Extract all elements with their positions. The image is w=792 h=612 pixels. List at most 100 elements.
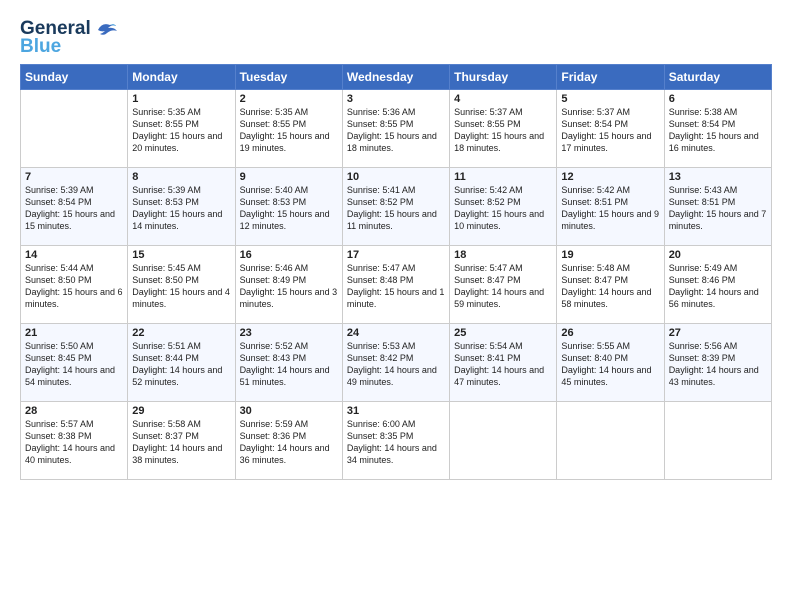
cell-week5-day4: 31Sunrise: 6:00 AM Sunset: 8:35 PM Dayli… [342,402,449,480]
cell-week2-day4: 10Sunrise: 5:41 AM Sunset: 8:52 PM Dayli… [342,168,449,246]
cell-week2-day3: 9Sunrise: 5:40 AM Sunset: 8:53 PM Daylig… [235,168,342,246]
cell-week4-day5: 25Sunrise: 5:54 AM Sunset: 8:41 PM Dayli… [450,324,557,402]
cell-content: Sunrise: 6:00 AM Sunset: 8:35 PM Dayligh… [347,418,445,467]
cell-week4-day3: 23Sunrise: 5:52 AM Sunset: 8:43 PM Dayli… [235,324,342,402]
cell-content: Sunrise: 5:40 AM Sunset: 8:53 PM Dayligh… [240,184,338,233]
cell-week1-day3: 2Sunrise: 5:35 AM Sunset: 8:55 PM Daylig… [235,90,342,168]
cell-content: Sunrise: 5:48 AM Sunset: 8:47 PM Dayligh… [561,262,659,311]
day-number: 21 [25,327,123,339]
logo-blue-text: Blue [20,36,61,58]
day-number: 6 [669,93,767,105]
cell-content: Sunrise: 5:55 AM Sunset: 8:40 PM Dayligh… [561,340,659,389]
cell-week5-day5 [450,402,557,480]
day-number: 28 [25,405,123,417]
day-number: 12 [561,171,659,183]
cell-week2-day2: 8Sunrise: 5:39 AM Sunset: 8:53 PM Daylig… [128,168,235,246]
cell-content: Sunrise: 5:36 AM Sunset: 8:55 PM Dayligh… [347,106,445,155]
day-number: 25 [454,327,552,339]
day-number: 23 [240,327,338,339]
calendar-table: SundayMondayTuesdayWednesdayThursdayFrid… [20,64,772,480]
cell-week3-day5: 18Sunrise: 5:47 AM Sunset: 8:47 PM Dayli… [450,246,557,324]
cell-content: Sunrise: 5:50 AM Sunset: 8:45 PM Dayligh… [25,340,123,389]
day-number: 30 [240,405,338,417]
day-number: 29 [132,405,230,417]
day-number: 17 [347,249,445,261]
day-number: 18 [454,249,552,261]
cell-week3-day6: 19Sunrise: 5:48 AM Sunset: 8:47 PM Dayli… [557,246,664,324]
cell-content: Sunrise: 5:39 AM Sunset: 8:53 PM Dayligh… [132,184,230,233]
cell-content: Sunrise: 5:38 AM Sunset: 8:54 PM Dayligh… [669,106,767,155]
cell-content: Sunrise: 5:58 AM Sunset: 8:37 PM Dayligh… [132,418,230,467]
cell-week3-day3: 16Sunrise: 5:46 AM Sunset: 8:49 PM Dayli… [235,246,342,324]
cell-content: Sunrise: 5:57 AM Sunset: 8:38 PM Dayligh… [25,418,123,467]
cell-content: Sunrise: 5:37 AM Sunset: 8:55 PM Dayligh… [454,106,552,155]
day-number: 26 [561,327,659,339]
cell-content: Sunrise: 5:49 AM Sunset: 8:46 PM Dayligh… [669,262,767,311]
col-header-friday: Friday [557,65,664,90]
cell-content: Sunrise: 5:39 AM Sunset: 8:54 PM Dayligh… [25,184,123,233]
day-number: 3 [347,93,445,105]
cell-content: Sunrise: 5:35 AM Sunset: 8:55 PM Dayligh… [132,106,230,155]
day-number: 11 [454,171,552,183]
col-header-tuesday: Tuesday [235,65,342,90]
cell-content: Sunrise: 5:37 AM Sunset: 8:54 PM Dayligh… [561,106,659,155]
cell-week4-day1: 21Sunrise: 5:50 AM Sunset: 8:45 PM Dayli… [21,324,128,402]
day-number: 2 [240,93,338,105]
header: General Blue [20,18,772,58]
cell-content: Sunrise: 5:51 AM Sunset: 8:44 PM Dayligh… [132,340,230,389]
col-header-wednesday: Wednesday [342,65,449,90]
cell-week3-day7: 20Sunrise: 5:49 AM Sunset: 8:46 PM Dayli… [664,246,771,324]
day-number: 9 [240,171,338,183]
cell-week4-day6: 26Sunrise: 5:55 AM Sunset: 8:40 PM Dayli… [557,324,664,402]
cell-week5-day7 [664,402,771,480]
cell-week2-day7: 13Sunrise: 5:43 AM Sunset: 8:51 PM Dayli… [664,168,771,246]
cell-week1-day1 [21,90,128,168]
day-number: 22 [132,327,230,339]
cell-week2-day1: 7Sunrise: 5:39 AM Sunset: 8:54 PM Daylig… [21,168,128,246]
cell-week1-day4: 3Sunrise: 5:36 AM Sunset: 8:55 PM Daylig… [342,90,449,168]
cell-content: Sunrise: 5:47 AM Sunset: 8:48 PM Dayligh… [347,262,445,311]
cell-week4-day4: 24Sunrise: 5:53 AM Sunset: 8:42 PM Dayli… [342,324,449,402]
day-number: 10 [347,171,445,183]
day-number: 8 [132,171,230,183]
cell-week1-day6: 5Sunrise: 5:37 AM Sunset: 8:54 PM Daylig… [557,90,664,168]
day-number: 19 [561,249,659,261]
col-header-sunday: Sunday [21,65,128,90]
cell-week4-day7: 27Sunrise: 5:56 AM Sunset: 8:39 PM Dayli… [664,324,771,402]
day-number: 15 [132,249,230,261]
cell-content: Sunrise: 5:47 AM Sunset: 8:47 PM Dayligh… [454,262,552,311]
logo-bird-icon [96,20,118,38]
cell-week3-day2: 15Sunrise: 5:45 AM Sunset: 8:50 PM Dayli… [128,246,235,324]
day-number: 7 [25,171,123,183]
cell-content: Sunrise: 5:41 AM Sunset: 8:52 PM Dayligh… [347,184,445,233]
day-number: 20 [669,249,767,261]
cell-week3-day1: 14Sunrise: 5:44 AM Sunset: 8:50 PM Dayli… [21,246,128,324]
header-row: SundayMondayTuesdayWednesdayThursdayFrid… [21,65,772,90]
cell-week5-day1: 28Sunrise: 5:57 AM Sunset: 8:38 PM Dayli… [21,402,128,480]
day-number: 24 [347,327,445,339]
page: General Blue SundayMondayTuesdayWednesda… [0,0,792,612]
day-number: 13 [669,171,767,183]
week-row-3: 14Sunrise: 5:44 AM Sunset: 8:50 PM Dayli… [21,246,772,324]
week-row-1: 1Sunrise: 5:35 AM Sunset: 8:55 PM Daylig… [21,90,772,168]
cell-week3-day4: 17Sunrise: 5:47 AM Sunset: 8:48 PM Dayli… [342,246,449,324]
col-header-monday: Monday [128,65,235,90]
cell-week4-day2: 22Sunrise: 5:51 AM Sunset: 8:44 PM Dayli… [128,324,235,402]
cell-week1-day2: 1Sunrise: 5:35 AM Sunset: 8:55 PM Daylig… [128,90,235,168]
cell-content: Sunrise: 5:54 AM Sunset: 8:41 PM Dayligh… [454,340,552,389]
cell-content: Sunrise: 5:52 AM Sunset: 8:43 PM Dayligh… [240,340,338,389]
cell-week5-day3: 30Sunrise: 5:59 AM Sunset: 8:36 PM Dayli… [235,402,342,480]
cell-content: Sunrise: 5:46 AM Sunset: 8:49 PM Dayligh… [240,262,338,311]
cell-content: Sunrise: 5:44 AM Sunset: 8:50 PM Dayligh… [25,262,123,311]
day-number: 14 [25,249,123,261]
day-number: 31 [347,405,445,417]
cell-content: Sunrise: 5:59 AM Sunset: 8:36 PM Dayligh… [240,418,338,467]
col-header-saturday: Saturday [664,65,771,90]
cell-week1-day5: 4Sunrise: 5:37 AM Sunset: 8:55 PM Daylig… [450,90,557,168]
day-number: 1 [132,93,230,105]
cell-content: Sunrise: 5:35 AM Sunset: 8:55 PM Dayligh… [240,106,338,155]
cell-week1-day7: 6Sunrise: 5:38 AM Sunset: 8:54 PM Daylig… [664,90,771,168]
cell-week5-day2: 29Sunrise: 5:58 AM Sunset: 8:37 PM Dayli… [128,402,235,480]
cell-content: Sunrise: 5:43 AM Sunset: 8:51 PM Dayligh… [669,184,767,233]
cell-content: Sunrise: 5:42 AM Sunset: 8:51 PM Dayligh… [561,184,659,233]
